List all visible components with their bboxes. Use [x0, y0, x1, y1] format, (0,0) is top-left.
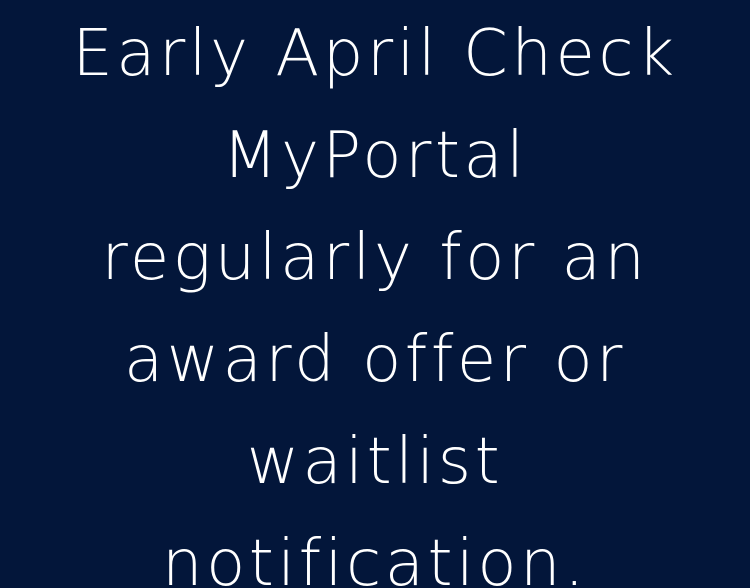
text-line: regularly for an	[101, 221, 649, 295]
text-line: Early April Check	[72, 17, 678, 91]
announcement-card: Early April Check MyPortal regularly for…	[0, 0, 750, 588]
announcement-text: Early April Check MyPortal regularly for…	[0, 0, 750, 588]
text-line: MyPortal	[222, 119, 528, 193]
text-line: notification.	[161, 527, 588, 588]
text-line: award offer or	[124, 323, 626, 397]
text-line: waitlist	[246, 425, 504, 499]
